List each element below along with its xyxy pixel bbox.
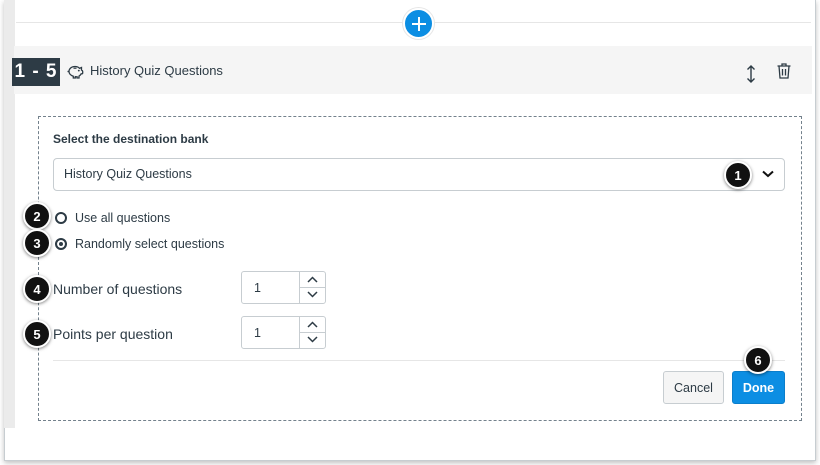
points-per-question-value: 1 <box>254 326 261 340</box>
done-button[interactable]: Done <box>732 371 785 404</box>
number-of-questions-value: 1 <box>254 281 261 295</box>
trash-icon[interactable] <box>776 62 792 80</box>
callout-6: 6 <box>744 346 772 374</box>
use-all-questions-radio[interactable] <box>55 212 67 224</box>
callout-5: 5 <box>23 320 51 348</box>
decrement-button[interactable] <box>300 332 325 347</box>
chevron-up-icon <box>307 276 318 283</box>
increment-button[interactable] <box>300 272 325 288</box>
chevron-down-icon <box>307 336 318 343</box>
callout-3: 3 <box>23 229 51 257</box>
move-vertical-icon[interactable] <box>744 64 758 84</box>
piggy-bank-icon <box>67 65 84 79</box>
chevron-down-icon[interactable] <box>762 170 774 178</box>
decrement-button[interactable] <box>300 287 325 302</box>
randomly-select-label: Randomly select questions <box>75 237 225 251</box>
footer-divider <box>53 360 785 361</box>
stepper-buttons <box>299 317 325 348</box>
increment-button[interactable] <box>300 317 325 333</box>
question-range-badge: 1 - 5 <box>12 58 60 86</box>
points-per-question-label: Points per question <box>53 326 173 342</box>
number-of-questions-stepper[interactable]: 1 <box>241 271 326 304</box>
chevron-up-icon <box>307 321 318 328</box>
callout-4: 4 <box>23 275 51 303</box>
destination-bank-value: History Quiz Questions <box>64 167 192 181</box>
callout-1: 1 <box>724 161 752 189</box>
number-of-questions-label: Number of questions <box>53 281 183 297</box>
randomly-select-radio[interactable] <box>55 238 67 250</box>
use-all-questions-label: Use all questions <box>75 211 171 225</box>
add-question-group-button[interactable] <box>403 8 434 39</box>
destination-bank-label: Select the destination bank <box>53 132 209 146</box>
chevron-down-icon <box>307 291 318 298</box>
stepper-buttons <box>299 272 325 303</box>
points-per-question-stepper[interactable]: 1 <box>241 316 326 349</box>
callout-2: 2 <box>23 202 51 230</box>
cancel-button[interactable]: Cancel <box>663 371 724 404</box>
bank-title: History Quiz Questions <box>90 63 223 78</box>
